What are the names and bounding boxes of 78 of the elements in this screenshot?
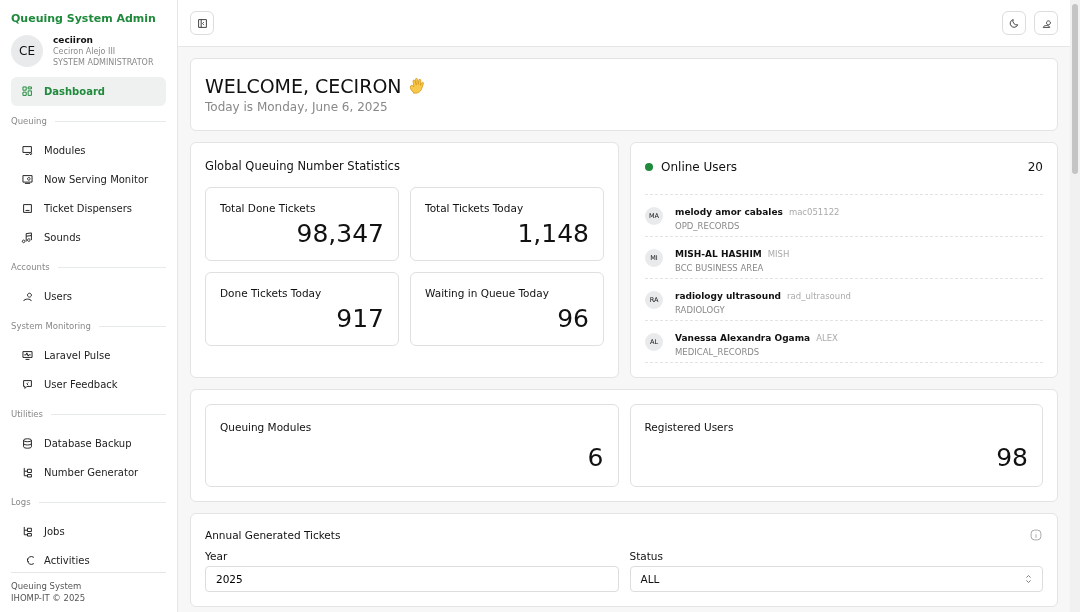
section-heading: Utilities [11,409,43,419]
nav-icon [21,378,34,391]
stat-value: 1,148 [516,219,589,248]
user-name: melody amor cabales [675,207,783,217]
username: ceciiron [53,35,94,45]
nav-icon [21,144,34,157]
stat-value: 96 [556,304,589,333]
nav-icon [21,231,34,244]
field-label: Status [629,550,664,562]
panel-title: Online Users [661,160,738,174]
field-label: Year [205,550,229,562]
nav-icon [21,437,34,450]
profile-button[interactable] [1034,11,1058,35]
user-name: Vanessa Alexandra Ogama [675,333,811,343]
stat-label: Waiting in Queue Today [425,287,550,299]
user-handle: rad_ultrasound [787,291,851,301]
total-value: 98 [995,443,1028,472]
date-subtitle: Today is Monday, June 6, 2025 [205,100,389,114]
info-icon [1029,528,1043,542]
nav-item[interactable]: Sounds [11,223,166,252]
welcome-title: WELCOME, CECIRON [205,75,402,97]
nav-item[interactable]: User Feedback [11,370,166,399]
online-status-dot [645,163,653,171]
nav-item[interactable]: Laravel Pulse [11,341,166,370]
panel-title: Global Queuing Number Statistics [205,159,401,173]
nav-item[interactable]: Number Generator [11,458,166,487]
panel-title: Annual Generated Tickets [205,529,341,541]
user-avatar: CE [11,35,43,67]
nav-item[interactable]: Now Serving Monitor [11,165,166,194]
sidebar-icon [195,16,209,30]
stat-value: 917 [335,304,384,333]
section-heading: System Monitoring [11,321,91,331]
user-department: RADIOLOGY [675,305,726,315]
section-heading: Queuing [11,116,47,126]
user-full-name: Ceciron Alejo III [53,47,117,56]
nav-item[interactable]: Activities [11,546,166,573]
stat-label: Done Tickets Today [220,287,323,299]
nav-icon [21,466,34,479]
year-input[interactable]: 2025 [205,566,619,592]
stat-value: 98,347 [295,219,384,248]
nav-icon [21,349,34,362]
section-heading: Accounts [11,262,50,272]
app-title: Queuing System Admin [11,12,157,25]
theme-toggle-button[interactable] [1002,11,1026,35]
user-handle: MISH [767,249,790,259]
dashboard-icon [21,85,34,98]
nav-item[interactable]: Users [11,282,166,311]
sidebar-toggle-button[interactable] [190,11,214,35]
user-department: OPD_RECORDS [675,221,741,231]
nav-item[interactable]: Jobs [11,517,166,546]
user-handle: ALEX [816,333,838,343]
total-label: Queuing Modules [220,421,313,433]
stat-label: Total Tickets Today [425,202,525,214]
stat-label: Total Done Tickets [220,202,317,214]
user-department: BCC BUSINESS AREA [675,263,765,273]
nav-item[interactable]: Ticket Dispensers [11,194,166,223]
nav-icon [21,173,34,186]
nav-item[interactable]: Database Backup [11,429,166,458]
scrollbar[interactable] [1070,0,1080,612]
online-count: 20 [1027,160,1043,174]
user-role: SYSTEM ADMINISTRATOR [53,58,154,67]
total-label: Registered Users [644,421,735,433]
user-name: radiology ultrasound [675,291,782,301]
footer-text: IHOMP-IT © 2025 [11,592,87,604]
nav-icon [21,202,34,215]
footer-text: Queuing System [11,581,83,593]
user-handle: mac051122 [788,207,840,217]
user-department: MEDICAL_RECORDS [675,347,761,357]
nav-icon [21,525,34,538]
section-heading: Logs [11,497,31,507]
user-name: MISH-AL HASHIM [675,249,762,259]
chevron-icon [1025,574,1032,584]
moon-icon [1007,16,1021,30]
nav-item[interactable]: Modules [11,136,166,165]
status-select[interactable]: ALL [629,566,1043,592]
total-value: 6 [586,443,604,472]
nav-item[interactable]: Dashboard [11,77,166,106]
nav-icon [21,290,34,303]
